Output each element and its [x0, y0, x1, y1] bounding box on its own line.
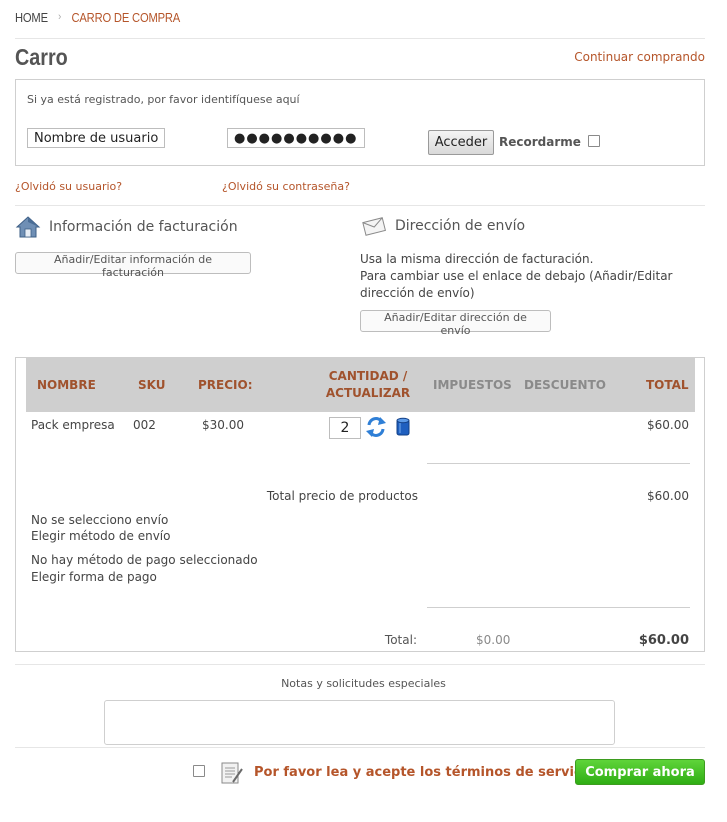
breadcrumb-current: CARRO DE COMPRA [71, 9, 181, 25]
shipping-line-2: Para cambiar use el enlace de debajo (Añ… [360, 269, 673, 300]
products-total: $60.00 [647, 489, 689, 503]
divider [15, 664, 705, 665]
item-sku: 002 [133, 418, 156, 432]
header-name: NOMBRE [37, 378, 96, 392]
payment-status: No hay método de pago seleccionado [31, 553, 258, 567]
item-name-link[interactable]: Pack empresa [31, 418, 115, 432]
header-quantity-line-1: CANTIDAD / [328, 369, 408, 383]
login-box: Si ya está registrado, por favor identif… [15, 79, 705, 166]
delete-icon[interactable] [395, 417, 411, 437]
shipping-line-1: Usa la misma dirección de facturación. [360, 252, 594, 266]
divider [15, 205, 705, 206]
remember-me-label: Recordarme [499, 135, 581, 149]
billing-heading: Información de facturación [15, 215, 238, 239]
header-sku: SKU [138, 378, 166, 392]
forgot-password-link[interactable]: ¿Olvidó su contraseña? [222, 180, 350, 193]
envelope-icon [362, 217, 387, 236]
total-tax: $0.00 [476, 633, 511, 647]
remember-me: Recordarme [499, 135, 601, 149]
divider [15, 747, 705, 748]
page-title: Carro [15, 44, 68, 70]
divider [427, 463, 690, 464]
grand-total: $60.00 [638, 633, 689, 648]
cart-header-row: NOMBRE SKU PRECIO: CANTIDAD / ACTUALIZAR… [26, 358, 695, 412]
terms-checkbox[interactable] [193, 765, 205, 777]
edit-shipping-button[interactable]: Añadir/Editar dirección de envío [360, 310, 551, 337]
refresh-icon[interactable] [365, 416, 387, 438]
login-hint: Si ya está registrado, por favor identif… [27, 93, 300, 106]
continue-shopping-link[interactable]: Continuar comprando [574, 50, 705, 64]
breadcrumb: HOME › CARRO DE COMPRA [15, 8, 180, 26]
password-input[interactable] [227, 128, 365, 148]
forgot-username-link[interactable]: ¿Olvidó su usuario? [15, 180, 122, 193]
username-input[interactable] [27, 128, 165, 148]
shipping-title: Dirección de envío [395, 218, 526, 234]
header-quantity-line-2: ACTUALIZAR [325, 386, 411, 400]
notes-label: Notas y solicitudes especiales [281, 677, 446, 690]
cart-table: NOMBRE SKU PRECIO: CANTIDAD / ACTUALIZAR… [15, 357, 705, 652]
terms-text[interactable]: Por favor lea y acepte los términos de s… [254, 765, 600, 780]
choose-shipping-link[interactable]: Elegir método de envío [31, 529, 170, 543]
document-pen-icon [221, 762, 243, 784]
header-quantity: CANTIDAD / ACTUALIZAR [322, 358, 414, 412]
choose-payment-link[interactable]: Elegir forma de pago [31, 570, 157, 584]
total-label: Total: [384, 633, 417, 647]
remember-me-checkbox[interactable] [588, 135, 601, 147]
products-total-label: Total precio de productos [266, 489, 418, 503]
buy-now-button[interactable]: Comprar ahora [575, 759, 705, 785]
header-discount: DESCUENTO [524, 378, 606, 392]
header-total: TOTAL [646, 378, 689, 392]
shipping-description: Usa la misma dirección de facturación. P… [360, 251, 690, 302]
breadcrumb-separator-icon: › [58, 11, 62, 23]
login-button[interactable]: Acceder [428, 130, 494, 155]
billing-title: Información de facturación [49, 219, 238, 235]
edit-billing-button[interactable]: Añadir/Editar información de facturación [15, 252, 251, 279]
notes-textarea[interactable] [104, 700, 615, 745]
item-total: $60.00 [647, 418, 689, 432]
shipping-heading: Dirección de envío [361, 215, 525, 237]
breadcrumb-home-link[interactable]: HOME [15, 10, 48, 25]
quantity-input[interactable]: 2 [329, 417, 361, 439]
header-price: PRECIO: [198, 378, 253, 392]
shipping-status: No se selecciono envío [31, 513, 169, 527]
item-price: $30.00 [202, 418, 244, 432]
header-tax: IMPUESTOS [433, 378, 512, 392]
house-icon [15, 216, 41, 238]
divider [427, 607, 690, 608]
divider [15, 38, 705, 39]
